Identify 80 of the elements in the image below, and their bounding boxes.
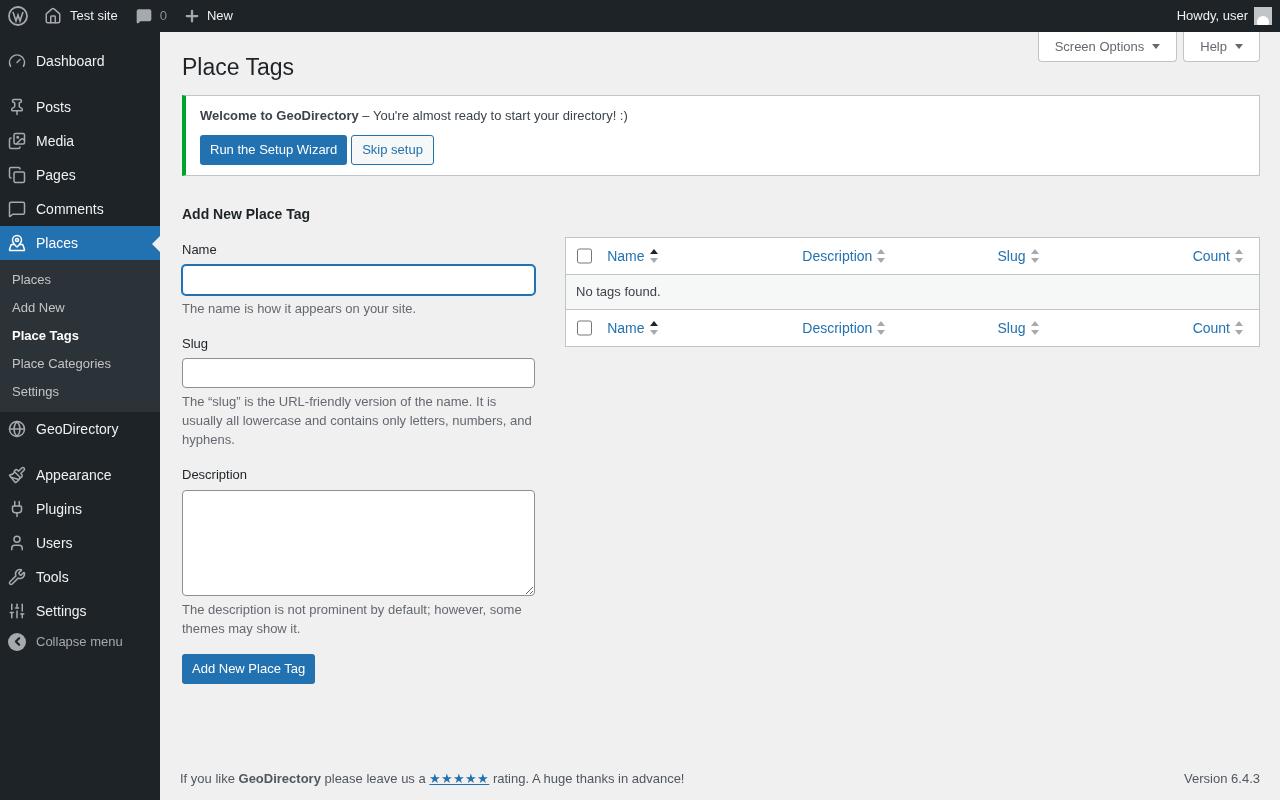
footer-text: If you like GeoDirectory please leave us a ★★★★★ rating. A huge thanks in advance!: [180, 770, 685, 789]
site-link[interactable]: Test site: [70, 6, 118, 26]
pin-icon: [8, 98, 26, 116]
column-sort-link[interactable]: Count: [1192, 246, 1244, 266]
submenu-item[interactable]: Settings: [0, 378, 160, 406]
avatar-icon: [1254, 7, 1272, 25]
field-label: Description: [182, 466, 249, 484]
pages-icon: [8, 166, 26, 184]
menu-item[interactable]: Settings: [0, 594, 160, 628]
add-tag-button[interactable]: Add New Place Tag: [182, 653, 316, 684]
sort-arrows-icon: [876, 320, 887, 336]
field-help-text: The description is not prominent by default; however, some themes may show it.: [182, 600, 523, 638]
globe-icon: [8, 420, 26, 438]
skip-setup-button[interactable]: Skip setup: [351, 135, 434, 165]
home-icon: [44, 7, 62, 25]
new-link[interactable]: New: [206, 6, 233, 26]
menu-item[interactable]: Plugins: [0, 492, 160, 526]
person-icon: [8, 534, 26, 552]
column-sort-link[interactable]: Slug: [997, 318, 1193, 338]
brush-icon: [8, 466, 26, 484]
sort-arrows-icon: [648, 248, 659, 264]
sort-arrows-icon: [1234, 248, 1244, 264]
collapse-menu-button[interactable]: Collapse menu: [0, 632, 160, 652]
sort-arrows-icon: [876, 248, 887, 264]
submenu-item[interactable]: Place Categories: [0, 350, 160, 378]
menu-item[interactable]: Posts: [0, 90, 160, 124]
menu-item[interactable]: Pages: [0, 158, 160, 192]
menu-item[interactable]: Comments: [0, 192, 160, 226]
sort-arrows-icon: [1029, 320, 1040, 336]
column-sort-link[interactable]: Slug: [997, 246, 1193, 266]
comment-count: 0: [159, 7, 167, 26]
column-sort-link[interactable]: Name: [607, 318, 803, 338]
text-field[interactable]: [182, 264, 535, 295]
page-title: Place Tags: [182, 53, 296, 82]
column-sort-link[interactable]: Count: [1192, 318, 1244, 338]
howdy-link[interactable]: Howdy, user: [1176, 6, 1248, 26]
sort-arrows-icon: [1234, 320, 1244, 336]
gauge-icon: [8, 52, 26, 70]
menu-item[interactable]: Media: [0, 124, 160, 158]
logo-icon[interactable]: [8, 6, 28, 26]
wrench-icon: [8, 568, 26, 586]
version-text: Version 6.4.3: [1184, 770, 1260, 789]
speech-bubble-icon[interactable]: [135, 8, 152, 24]
menu-item[interactable]: GeoDirectory: [0, 412, 160, 446]
column-sort-link[interactable]: Description: [802, 246, 998, 266]
select-all-checkbox[interactable]: [577, 320, 593, 336]
screen-options-button[interactable]: Screen Options: [1037, 32, 1178, 62]
field-help-text: The “slug” is the URL-friendly version of the name. It is usually all lowercase and contains only letters, numbers, and hyphens.: [182, 393, 533, 449]
sort-arrows-icon: [648, 320, 659, 336]
caret-icon: [1235, 44, 1243, 49]
media-icon: [8, 132, 26, 150]
empty-message: No tags found.: [576, 283, 661, 302]
column-sort-link[interactable]: Description: [802, 318, 998, 338]
menu-item[interactable]: Appearance: [0, 458, 160, 492]
column-sort-link[interactable]: Name: [607, 246, 803, 266]
rating-link[interactable]: ★★★★★: [429, 771, 490, 787]
submenu-item[interactable]: Place Tags: [0, 322, 160, 350]
form-heading: Add New Place Tag: [182, 205, 312, 224]
menu-item[interactable]: Places: [0, 226, 160, 260]
speech-bubble-icon: [8, 200, 26, 218]
field-label: Name: [182, 241, 218, 259]
text-field[interactable]: [182, 358, 535, 388]
submenu-item[interactable]: Add New: [0, 294, 160, 322]
collapse-icon: [8, 632, 26, 651]
menu-item[interactable]: Users: [0, 526, 160, 560]
description-field[interactable]: [182, 489, 535, 596]
menu-item[interactable]: Dashboard: [0, 44, 160, 78]
sliders-icon: [8, 602, 26, 620]
field-help-text: The name is how it appears on your site.: [182, 299, 418, 318]
select-all-checkbox[interactable]: [577, 248, 593, 264]
map-pin-icon: [8, 234, 26, 252]
caret-icon: [1152, 44, 1161, 49]
help-button[interactable]: Help: [1183, 32, 1260, 62]
setup-wizard-button[interactable]: Run the Setup Wizard: [200, 135, 348, 165]
submenu-item[interactable]: Places: [0, 266, 160, 294]
sort-arrows-icon: [1029, 248, 1040, 264]
field-label: Slug: [182, 334, 210, 353]
menu-item[interactable]: Tools: [0, 560, 160, 594]
current-pointer-icon: [152, 236, 160, 252]
notice-text: Welcome to GeoDirectory – You're almost ready to start your directory! :): [200, 106, 629, 125]
